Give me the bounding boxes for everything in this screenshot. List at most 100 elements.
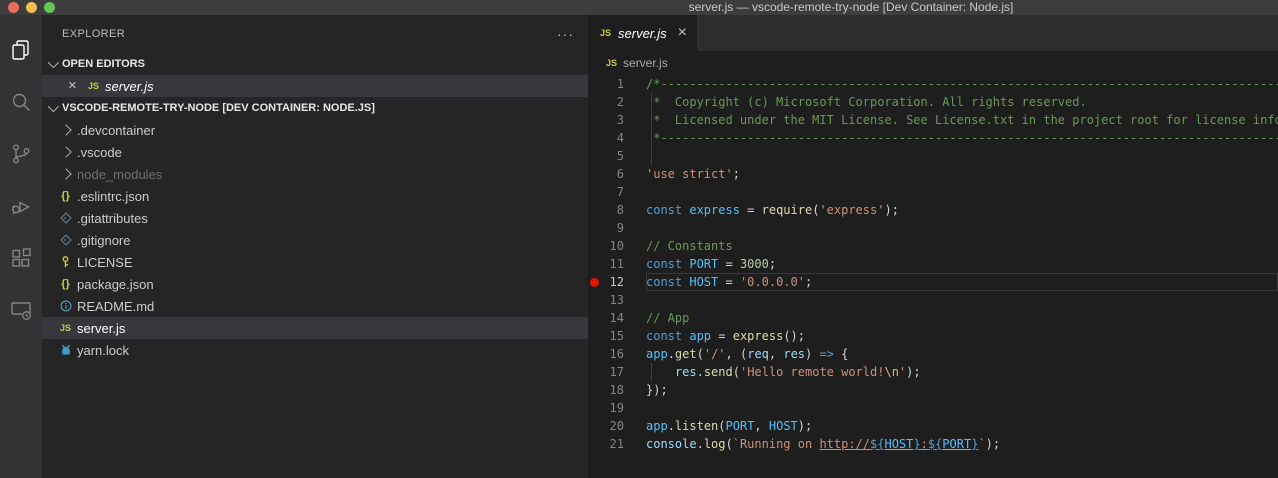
tab-server-js[interactable]: JS server.js × bbox=[588, 15, 697, 51]
macos-zoom-button[interactable] bbox=[44, 2, 55, 13]
line-number[interactable]: 14 bbox=[602, 309, 624, 327]
code-line-2[interactable]: 2 * Copyright (c) Microsoft Corporation.… bbox=[588, 93, 1278, 111]
tree-file-readme-md[interactable]: README.md bbox=[42, 295, 588, 317]
code-line-content[interactable]: res.send('Hello remote world!\n'); bbox=[646, 363, 1278, 381]
line-number[interactable]: 19 bbox=[602, 399, 624, 417]
code-line-7[interactable]: 7 bbox=[588, 183, 1278, 201]
code-line-15[interactable]: 15 const app = express(); bbox=[588, 327, 1278, 345]
code-line-content[interactable] bbox=[646, 399, 1278, 417]
breadcrumb[interactable]: JS server.js bbox=[588, 51, 1278, 75]
breakpoint-gutter[interactable] bbox=[588, 165, 602, 183]
line-number[interactable]: 12 bbox=[602, 273, 624, 291]
breakpoint-icon[interactable] bbox=[590, 278, 599, 287]
code-line-content[interactable]: console.log(`Running on http://${HOST}:$… bbox=[646, 435, 1278, 453]
line-number[interactable]: 2 bbox=[602, 93, 624, 111]
macos-close-button[interactable] bbox=[8, 2, 19, 13]
line-number[interactable]: 5 bbox=[602, 147, 624, 165]
tree-file-license[interactable]: LICENSE bbox=[42, 251, 588, 273]
code-line-content[interactable]: }); bbox=[646, 381, 1278, 399]
code-line-5[interactable]: 5 bbox=[588, 147, 1278, 165]
code-line-content[interactable]: * Licensed under the MIT License. See Li… bbox=[646, 111, 1278, 129]
code-line-3[interactable]: 3 * Licensed under the MIT License. See … bbox=[588, 111, 1278, 129]
line-number[interactable]: 11 bbox=[602, 255, 624, 273]
breakpoint-gutter[interactable] bbox=[588, 291, 602, 309]
code-line-17[interactable]: 17 res.send('Hello remote world!\n'); bbox=[588, 363, 1278, 381]
tree-folder-node-modules[interactable]: node_modules bbox=[42, 163, 588, 185]
code-line-content[interactable] bbox=[646, 291, 1278, 309]
breakpoint-gutter[interactable] bbox=[588, 255, 602, 273]
extensions-activity-button[interactable] bbox=[0, 232, 42, 284]
code-line-content[interactable]: app.get('/', (req, res) => { bbox=[646, 345, 1278, 363]
code-line-4[interactable]: 4 *-------------------------------------… bbox=[588, 129, 1278, 147]
line-number[interactable]: 16 bbox=[602, 345, 624, 363]
code-line-content[interactable]: 'use strict'; bbox=[646, 165, 1278, 183]
code-line-content[interactable]: // App bbox=[646, 309, 1278, 327]
breakpoint-gutter[interactable] bbox=[588, 219, 602, 237]
breakpoint-gutter[interactable] bbox=[588, 93, 602, 111]
tab-close-icon[interactable]: × bbox=[678, 26, 687, 40]
code-line-9[interactable]: 9 bbox=[588, 219, 1278, 237]
code-line-content[interactable]: *---------------------------------------… bbox=[646, 129, 1278, 147]
breakpoint-gutter[interactable] bbox=[588, 273, 602, 291]
more-actions-icon[interactable]: ··· bbox=[557, 29, 574, 39]
code-line-content[interactable]: /*--------------------------------------… bbox=[646, 75, 1278, 93]
breakpoint-gutter[interactable] bbox=[588, 75, 602, 93]
code-line-content[interactable]: const app = express(); bbox=[646, 327, 1278, 345]
code-line-18[interactable]: 18}); bbox=[588, 381, 1278, 399]
breakpoint-gutter[interactable] bbox=[588, 345, 602, 363]
code-line-content[interactable]: app.listen(PORT, HOST); bbox=[646, 417, 1278, 435]
code-line-19[interactable]: 19 bbox=[588, 399, 1278, 417]
tree-file-yarn-lock[interactable]: yarn.lock bbox=[42, 339, 588, 361]
line-number[interactable]: 15 bbox=[602, 327, 624, 345]
line-number[interactable]: 10 bbox=[602, 237, 624, 255]
search-activity-button[interactable] bbox=[0, 76, 42, 128]
close-icon[interactable]: × bbox=[68, 79, 84, 93]
breakpoint-gutter[interactable] bbox=[588, 129, 602, 147]
line-number[interactable]: 9 bbox=[602, 219, 624, 237]
line-number[interactable]: 8 bbox=[602, 201, 624, 219]
code-line-content[interactable] bbox=[646, 183, 1278, 201]
breakpoint-gutter[interactable] bbox=[588, 381, 602, 399]
breakpoint-gutter[interactable] bbox=[588, 309, 602, 327]
open-editor-item[interactable]: ×JSserver.js bbox=[42, 75, 588, 97]
macos-minimize-button[interactable] bbox=[26, 2, 37, 13]
code-line-content[interactable]: const HOST = '0.0.0.0'; bbox=[646, 273, 1278, 291]
code-line-content[interactable]: * Copyright (c) Microsoft Corporation. A… bbox=[646, 93, 1278, 111]
code-line-content[interactable] bbox=[646, 147, 1278, 165]
code-line-content[interactable]: const PORT = 3000; bbox=[646, 255, 1278, 273]
line-number[interactable]: 17 bbox=[602, 363, 624, 381]
line-number[interactable]: 4 bbox=[602, 129, 624, 147]
code-line-16[interactable]: 16 app.get('/', (req, res) => { bbox=[588, 345, 1278, 363]
tree-file--gitattributes[interactable]: .gitattributes bbox=[42, 207, 588, 229]
line-number[interactable]: 7 bbox=[602, 183, 624, 201]
breakpoint-gutter[interactable] bbox=[588, 399, 602, 417]
breakpoint-gutter[interactable] bbox=[588, 363, 602, 381]
code-line-20[interactable]: 20 app.listen(PORT, HOST); bbox=[588, 417, 1278, 435]
line-number[interactable]: 18 bbox=[602, 381, 624, 399]
code-line-6[interactable]: 6'use strict'; bbox=[588, 165, 1278, 183]
breakpoint-gutter[interactable] bbox=[588, 237, 602, 255]
breakpoint-gutter[interactable] bbox=[588, 201, 602, 219]
line-number[interactable]: 3 bbox=[602, 111, 624, 129]
breakpoint-gutter[interactable] bbox=[588, 147, 602, 165]
remote-explorer-activity-button[interactable] bbox=[0, 284, 42, 336]
tree-folder--vscode[interactable]: .vscode bbox=[42, 141, 588, 163]
tree-file-package-json[interactable]: {}package.json bbox=[42, 273, 588, 295]
breakpoint-gutter[interactable] bbox=[588, 183, 602, 201]
source-control-activity-button[interactable] bbox=[0, 128, 42, 180]
code-line-11[interactable]: 11 const PORT = 3000; bbox=[588, 255, 1278, 273]
code-line-1[interactable]: 1/*-------------------------------------… bbox=[588, 75, 1278, 93]
explorer-activity-button[interactable] bbox=[0, 24, 42, 76]
run-debug-activity-button[interactable] bbox=[0, 180, 42, 232]
code-line-14[interactable]: 14 // App bbox=[588, 309, 1278, 327]
breakpoint-gutter[interactable] bbox=[588, 417, 602, 435]
line-number[interactable]: 20 bbox=[602, 417, 624, 435]
open-editors-header[interactable]: OPEN EDITORS bbox=[42, 53, 588, 75]
tree-file--eslintrc-json[interactable]: {}.eslintrc.json bbox=[42, 185, 588, 207]
code-line-10[interactable]: 10// Constants bbox=[588, 237, 1278, 255]
line-number[interactable]: 13 bbox=[602, 291, 624, 309]
code-line-8[interactable]: 8const express = require('express'); bbox=[588, 201, 1278, 219]
code-line-12[interactable]: 12 const HOST = '0.0.0.0'; bbox=[588, 273, 1278, 291]
breakpoint-gutter[interactable] bbox=[588, 111, 602, 129]
code-line-content[interactable] bbox=[646, 219, 1278, 237]
